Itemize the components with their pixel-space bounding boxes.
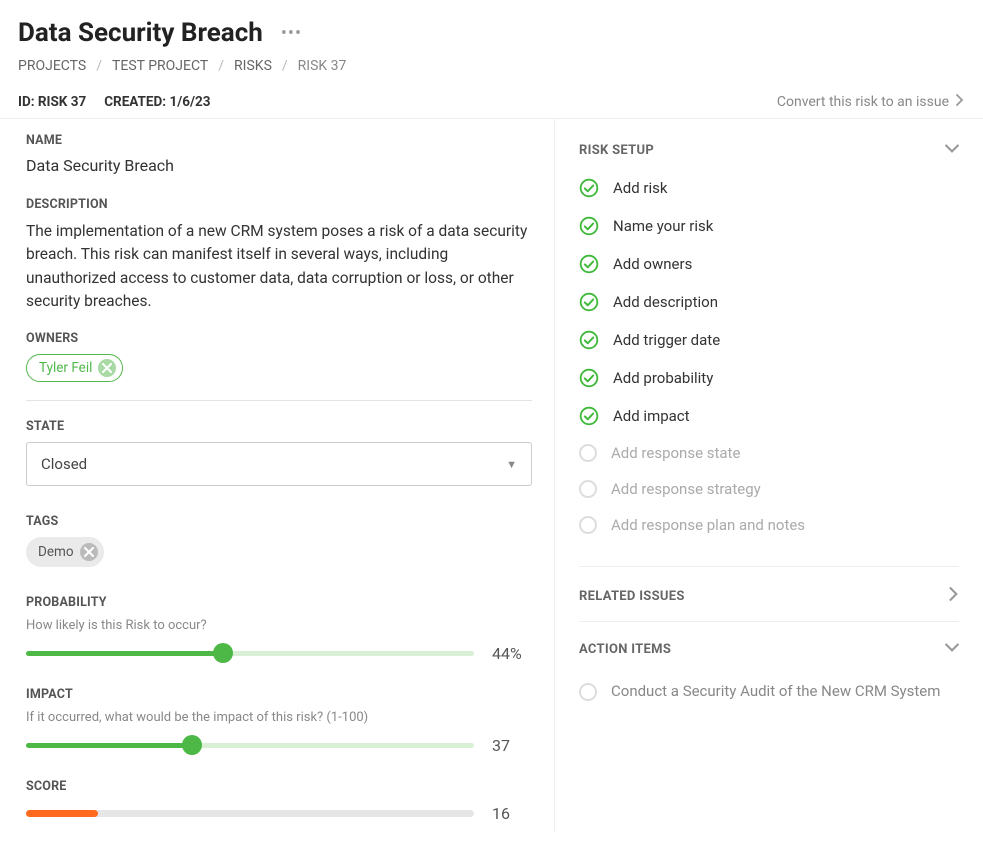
state-select[interactable]: Closed ▼ [26,442,532,486]
divider [579,566,959,567]
setup-item[interactable]: Add description [579,292,959,312]
check-circle-icon [579,330,599,350]
setup-item[interactable]: Add response state [579,444,959,462]
convert-label: Convert this risk to an issue [777,94,949,110]
tags-label: TAGS [26,514,532,529]
chevron-right-icon [955,94,965,110]
chevron-right-icon [949,587,959,605]
probability-label: PROBABILITY [26,595,532,610]
risk-id: ID: RISK 37 [18,94,86,110]
unchecked-circle-icon [579,444,597,462]
setup-item-label: Add probability [613,369,713,387]
divider [579,621,959,622]
crumb-projects[interactable]: PROJECTS [18,58,86,74]
unchecked-circle-icon[interactable] [579,683,597,701]
chevron-down-icon [945,642,959,657]
setup-item[interactable]: Add risk [579,178,959,198]
meta-bar: ID: RISK 37 CREATED: 1/6/23 Convert this… [0,82,983,119]
page-title: Data Security Breach [18,18,263,48]
impact-value: 37 [492,736,532,755]
probability-value: 44% [492,644,532,663]
breadcrumb-sep: / [96,58,102,74]
impact-slider[interactable] [26,735,474,755]
probability-slider[interactable] [26,643,474,663]
description-value[interactable]: The implementation of a new CRM system p… [26,220,532,313]
setup-item-label: Add risk [613,179,668,197]
check-circle-icon [579,292,599,312]
content-area: NAME Data Security Breach DESCRIPTION Th… [0,119,983,832]
description-label: DESCRIPTION [26,197,532,212]
check-circle-icon [579,254,599,274]
action-item[interactable]: Conduct a Security Audit of the New CRM … [579,667,959,716]
caret-down-icon: ▼ [506,458,517,471]
owner-chip[interactable]: Tyler Feil [26,354,123,382]
score-label: SCORE [26,779,532,794]
setup-item-label: Add impact [613,407,690,425]
setup-item-label: Add response plan and notes [611,516,805,534]
left-panel: NAME Data Security Breach DESCRIPTION Th… [0,119,555,832]
owners-label: OWNERS [26,331,532,346]
check-circle-icon [579,368,599,388]
setup-item[interactable]: Add trigger date [579,330,959,350]
crumb-test-project[interactable]: TEST PROJECT [112,58,208,74]
convert-to-issue-link[interactable]: Convert this risk to an issue [777,94,965,110]
risk-setup-header[interactable]: RISK SETUP [579,137,959,168]
setup-item-label: Add response state [611,444,740,462]
remove-owner-icon[interactable] [98,359,116,377]
setup-item[interactable]: Add response plan and notes [579,516,959,534]
tag-chip[interactable]: Demo [26,537,104,567]
chevron-down-icon [945,143,959,158]
setup-item[interactable]: Add probability [579,368,959,388]
state-label: STATE [26,419,532,434]
slider-thumb[interactable] [213,643,233,663]
breadcrumb-sep: / [218,58,224,74]
setup-item-label: Name your risk [613,217,713,235]
unchecked-circle-icon [579,516,597,534]
related-issues-header[interactable]: RELATED ISSUES [579,573,959,615]
setup-item-label: Add trigger date [613,331,720,349]
check-circle-icon [579,406,599,426]
action-items-label: ACTION ITEMS [579,642,671,657]
impact-sublabel: If it occurred, what would be the impact… [26,710,532,725]
score-bar [26,810,474,817]
setup-item-label: Add description [613,293,718,311]
setup-item[interactable]: Add response strategy [579,480,959,498]
score-value: 16 [492,804,532,823]
setup-item-label: Add owners [613,255,692,273]
unchecked-circle-icon [579,480,597,498]
breadcrumb: PROJECTS / TEST PROJECT / RISKS / RISK 3… [18,58,965,74]
breadcrumb-sep: / [282,58,288,74]
name-label: NAME [26,133,532,148]
impact-label: IMPACT [26,687,532,702]
divider [26,400,532,401]
crumb-risks[interactable]: RISKS [234,58,272,74]
check-circle-icon [579,178,599,198]
risk-setup-label: RISK SETUP [579,143,654,158]
remove-tag-icon[interactable] [80,543,98,561]
related-issues-label: RELATED ISSUES [579,589,685,604]
setup-item[interactable]: Add owners [579,254,959,274]
slider-thumb[interactable] [182,735,202,755]
check-circle-icon [579,216,599,236]
action-item-label: Conduct a Security Audit of the New CRM … [611,681,940,702]
action-items-header[interactable]: ACTION ITEMS [579,628,959,667]
right-panel: RISK SETUP Add risk Name your risk Add own… [555,119,983,832]
risk-created: CREATED: 1/6/23 [104,94,210,110]
more-icon[interactable]: ••• [281,23,302,44]
setup-item[interactable]: Name your risk [579,216,959,236]
name-value[interactable]: Data Security Breach [26,156,532,179]
state-value: Closed [41,455,87,473]
owner-name: Tyler Feil [39,360,92,376]
probability-sublabel: How likely is this Risk to occur? [26,618,532,633]
setup-item-label: Add response strategy [611,480,761,498]
setup-item[interactable]: Add impact [579,406,959,426]
page-header: Data Security Breach ••• PROJECTS / TEST… [0,0,983,82]
setup-list: Add risk Name your risk Add owners Add desc… [579,168,959,560]
crumb-current: RISK 37 [298,58,347,74]
tag-name: Demo [38,544,74,560]
